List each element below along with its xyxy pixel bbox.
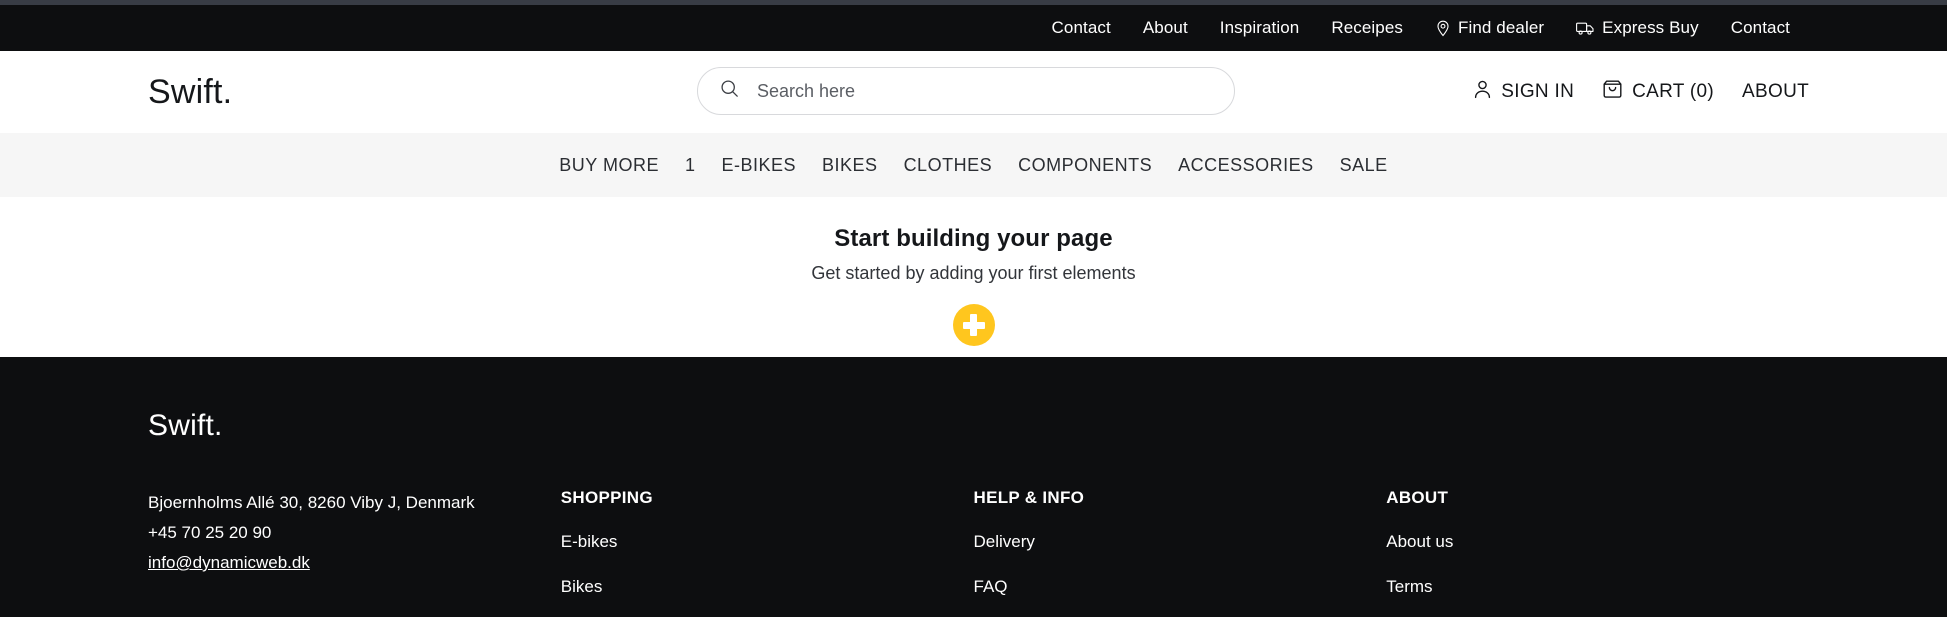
footer-column-help-info: HELP & INFO Delivery FAQ xyxy=(974,488,1387,617)
footer-logo[interactable]: Swift. xyxy=(148,409,1799,443)
topbar-link-express-buy[interactable]: Express Buy xyxy=(1576,18,1699,38)
footer-column-heading: ABOUT xyxy=(1386,488,1449,507)
empty-state-subtitle: Get started by adding your first element… xyxy=(811,263,1136,283)
site-logo[interactable]: Swift. xyxy=(148,75,232,109)
footer-link-faq[interactable]: FAQ xyxy=(974,577,1387,597)
header-about-label: ABOUT xyxy=(1742,81,1809,102)
nav-item-components[interactable]: COMPONENTS xyxy=(1018,155,1152,176)
search-input[interactable] xyxy=(757,80,1212,102)
topbar-link-about[interactable]: About xyxy=(1143,18,1188,38)
header-about-link[interactable]: ABOUT xyxy=(1742,81,1809,103)
topbar-link-label: Receipes xyxy=(1331,18,1404,37)
topbar-link-receipes[interactable]: Receipes xyxy=(1331,18,1403,38)
map-pin-icon xyxy=(1435,20,1451,37)
plus-icon xyxy=(962,314,985,336)
footer-columns: Bjoernholms Allé 30, 8260 Viby J, Denmar… xyxy=(148,488,1799,617)
user-icon xyxy=(1473,79,1492,105)
topbar-link-inspiration[interactable]: Inspiration xyxy=(1220,18,1300,38)
footer-email-link[interactable]: info@dynamicweb.dk xyxy=(148,548,561,578)
footer-link-delivery[interactable]: Delivery xyxy=(974,532,1387,552)
footer-column-heading: HELP & INFO xyxy=(973,488,1085,507)
sign-in-button[interactable]: SIGN IN xyxy=(1473,79,1574,105)
topbar-link-label: Contact xyxy=(1051,18,1111,37)
search-icon xyxy=(720,79,739,103)
topbar-link-label: About xyxy=(1142,18,1188,37)
topbar-link-label: Inspiration xyxy=(1219,18,1300,37)
nav-item-1[interactable]: 1 xyxy=(685,155,696,176)
nav-item-buy-more[interactable]: BUY MORE xyxy=(559,155,659,176)
footer-column-shopping: SHOPPING E-bikes Bikes xyxy=(561,488,974,617)
add-element-button[interactable] xyxy=(952,304,995,346)
header-actions: SIGN IN CART (0) ABOUT xyxy=(1473,51,1809,133)
topbar-link-contact-2[interactable]: Contact xyxy=(1731,18,1790,38)
footer-address: Bjoernholms Allé 30, 8260 Viby J, Denmar… xyxy=(148,493,475,512)
footer-link-terms[interactable]: Terms xyxy=(1386,577,1799,597)
site-footer: Swift. Bjoernholms Allé 30, 8260 Viby J,… xyxy=(0,357,1947,617)
utility-topbar: Contact About Inspiration Receipes Find … xyxy=(0,5,1947,51)
footer-column-heading: SHOPPING xyxy=(560,488,653,507)
topbar-link-label: Express Buy xyxy=(1602,18,1699,37)
sign-in-label: SIGN IN xyxy=(1501,81,1575,102)
cart-button[interactable]: CART (0) xyxy=(1602,79,1714,105)
footer-link-about-us[interactable]: About us xyxy=(1386,532,1799,552)
nav-item-clothes[interactable]: CLOTHES xyxy=(904,155,993,176)
cart-icon xyxy=(1602,79,1623,105)
nav-item-e-bikes[interactable]: E-BIKES xyxy=(722,155,797,176)
category-navigation: BUY MORE 1 E-BIKES BIKES CLOTHES COMPONE… xyxy=(0,133,1947,197)
footer-contact-column: Bjoernholms Allé 30, 8260 Viby J, Denmar… xyxy=(148,488,561,617)
topbar-link-find-dealer[interactable]: Find dealer xyxy=(1435,18,1544,38)
search-box[interactable] xyxy=(697,67,1235,115)
search-container xyxy=(697,67,1235,115)
nav-item-bikes[interactable]: BIKES xyxy=(822,155,878,176)
page-empty-state: Start building your page Get started by … xyxy=(0,197,1947,357)
topbar-link-label: Contact xyxy=(1730,18,1790,37)
site-header: Swift. SIGN IN xyxy=(0,51,1947,133)
footer-column-about: ABOUT About us Terms xyxy=(1386,488,1799,617)
footer-link-e-bikes[interactable]: E-bikes xyxy=(561,532,974,552)
cart-label: CART (0) xyxy=(1632,81,1715,102)
nav-item-sale[interactable]: SALE xyxy=(1340,155,1388,176)
empty-state-title: Start building your page xyxy=(834,225,1113,252)
topbar-link-contact-1[interactable]: Contact xyxy=(1052,18,1111,38)
truck-icon xyxy=(1576,20,1595,36)
nav-item-accessories[interactable]: ACCESSORIES xyxy=(1178,155,1314,176)
topbar-link-label: Find dealer xyxy=(1458,18,1545,37)
footer-phone[interactable]: +45 70 25 20 90 xyxy=(148,518,561,548)
footer-link-bikes[interactable]: Bikes xyxy=(561,577,974,597)
